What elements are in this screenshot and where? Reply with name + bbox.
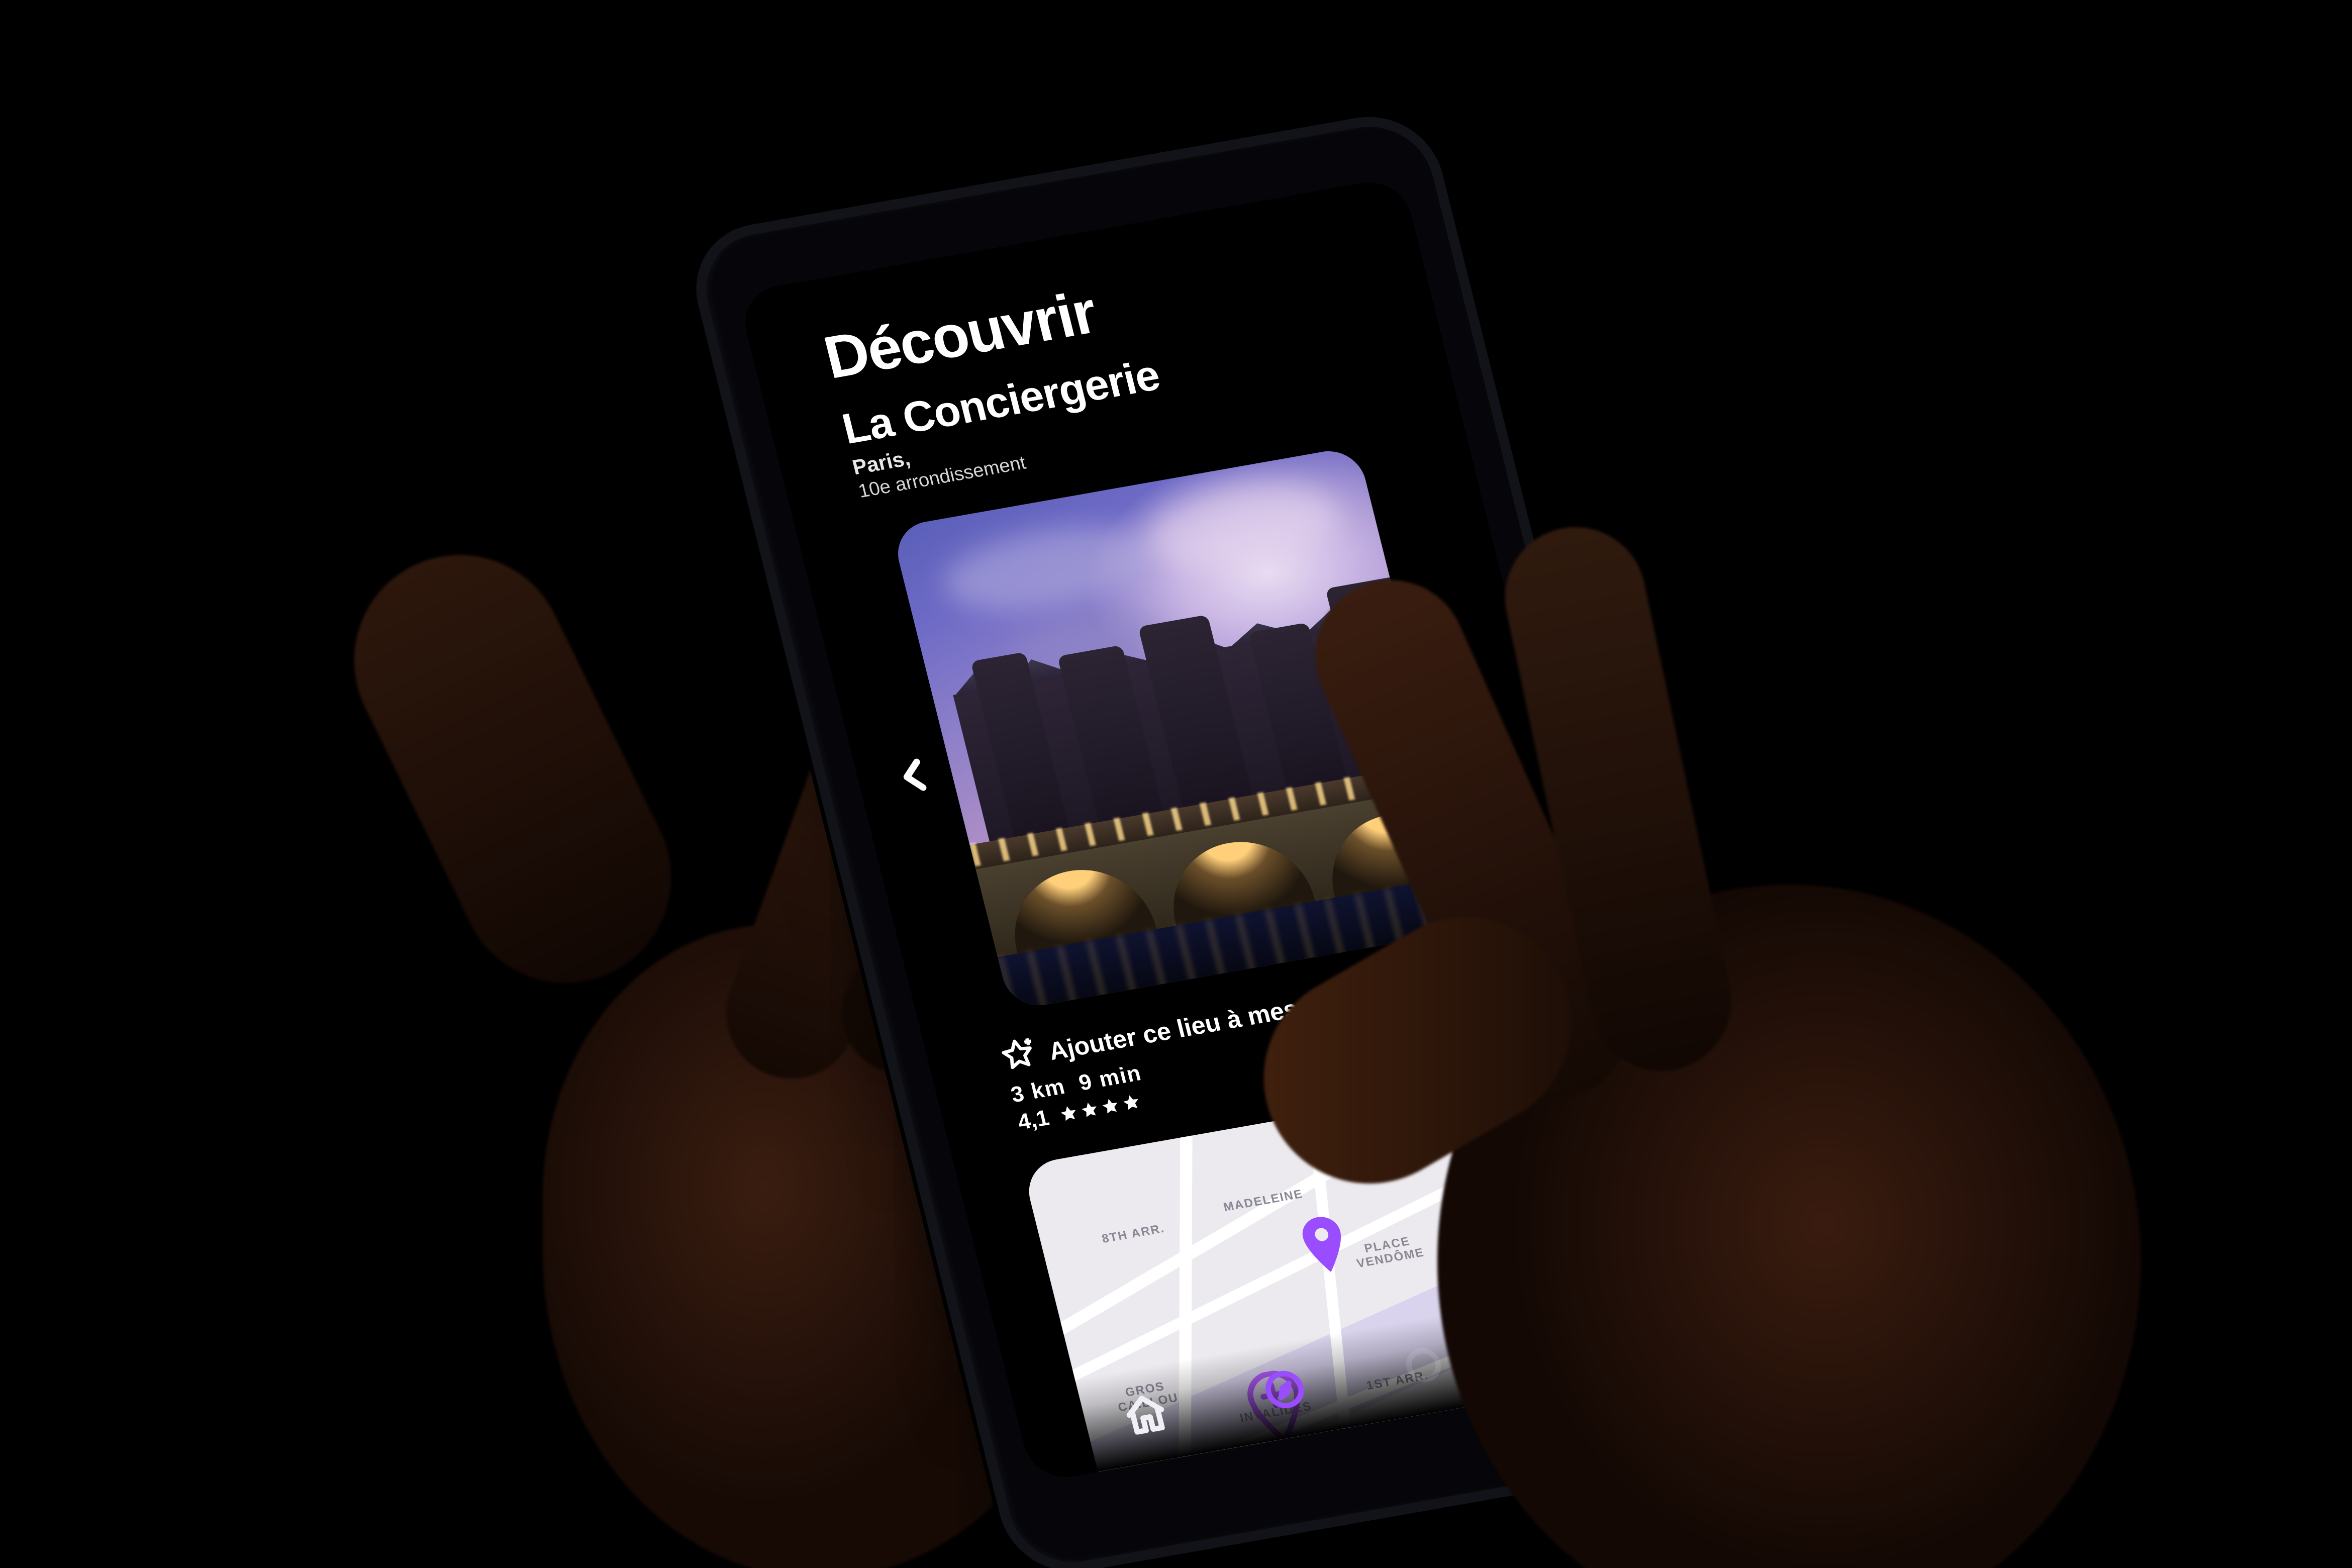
star-icon (1120, 1092, 1143, 1114)
star-add-icon (998, 1036, 1039, 1079)
star-icon (1099, 1096, 1123, 1118)
map-label: 8TH ARR. (1101, 1222, 1166, 1246)
compass-icon[interactable] (1258, 1364, 1312, 1416)
rating-value: 4,1 (1015, 1106, 1051, 1135)
star-icon (1078, 1100, 1102, 1121)
distance-value: 3 km (1009, 1074, 1068, 1107)
chevron-left-icon[interactable] (894, 755, 937, 796)
home-icon[interactable] (1119, 1389, 1173, 1441)
star-icon (1057, 1103, 1081, 1125)
right-hand (1367, 493, 2272, 1548)
scene-photo: Découvrir La Conciergerie Paris, 10e arr… (0, 0, 2352, 1568)
